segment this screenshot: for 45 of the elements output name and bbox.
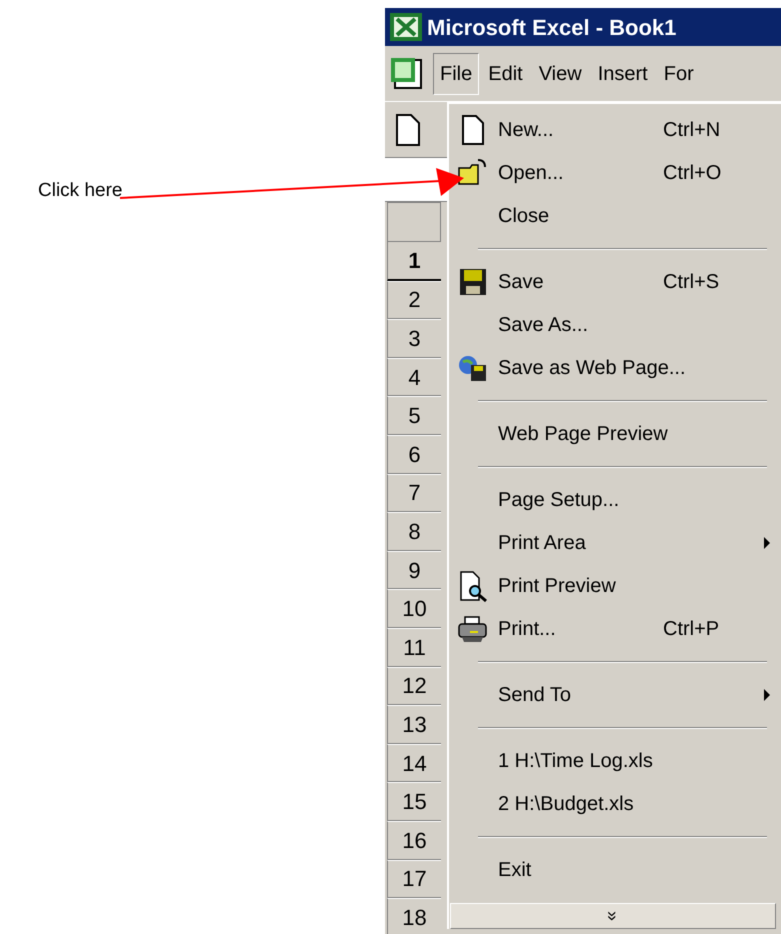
submenu-arrow-icon <box>763 688 771 702</box>
callout-label: Click here <box>38 179 122 203</box>
row-header[interactable]: 15 <box>387 782 441 821</box>
menu-item[interactable]: Page Setup... <box>448 478 781 521</box>
menu-item[interactable]: Web Page Preview <box>448 412 781 455</box>
row-header[interactable]: 5 <box>387 396 441 435</box>
menu-bar-item[interactable]: Edit <box>481 52 530 94</box>
menu-item[interactable]: Save Ctrl+S <box>448 260 781 303</box>
row-header[interactable]: 2 <box>387 280 441 320</box>
menu-bar-item[interactable]: View <box>532 52 589 94</box>
menu-item[interactable]: 1 H:\Time Log.xls <box>448 739 781 782</box>
row-header[interactable]: 12 <box>387 666 441 706</box>
row-header[interactable]: 6 <box>387 434 441 474</box>
expand-menu-button[interactable]: » <box>450 903 776 929</box>
row-header[interactable]: 8 <box>387 512 441 551</box>
menu-bar-item[interactable]: For <box>656 52 701 94</box>
row-header[interactable]: 7 <box>387 474 441 512</box>
spreadsheet-icon <box>389 12 423 42</box>
menu-item[interactable]: New... Ctrl+N <box>448 108 781 151</box>
menu-item[interactable]: Print Area <box>448 521 781 564</box>
menu-item[interactable]: Open... Ctrl+O <box>448 151 781 194</box>
row-header[interactable]: 10 <box>387 589 441 628</box>
menu-item[interactable]: Exit <box>448 848 781 891</box>
menu-item[interactable]: Save As... <box>448 303 781 346</box>
row-header[interactable]: 1 <box>387 242 441 281</box>
window-title: Microsoft Excel - Book1 <box>427 14 676 42</box>
row-header[interactable]: 17 <box>387 860 441 898</box>
row-header[interactable]: 14 <box>387 744 441 782</box>
row-header[interactable]: 9 <box>387 550 441 590</box>
menu-bar-item[interactable]: Insert <box>590 52 655 94</box>
menu-item[interactable]: Print... Ctrl+P <box>448 607 781 650</box>
menu-bar-item[interactable]: File <box>433 52 480 94</box>
menu-item[interactable]: Send To <box>448 673 781 716</box>
document-icon[interactable] <box>393 112 423 148</box>
menu-item[interactable]: Print Preview <box>448 564 781 607</box>
row-header[interactable]: 4 <box>387 358 441 396</box>
row-header[interactable]: 3 <box>387 319 441 358</box>
row-header[interactable]: 16 <box>387 820 441 860</box>
row-header[interactable]: 18 <box>387 898 441 934</box>
row-header[interactable]: 13 <box>387 705 441 744</box>
menu-item[interactable]: Close <box>448 194 781 237</box>
submenu-arrow-icon <box>763 536 771 550</box>
menu-item[interactable]: 2 H:\Budget.xls <box>448 782 781 825</box>
row-header[interactable]: 11 <box>387 628 441 667</box>
menu-item[interactable]: Save as Web Page... <box>448 346 781 389</box>
